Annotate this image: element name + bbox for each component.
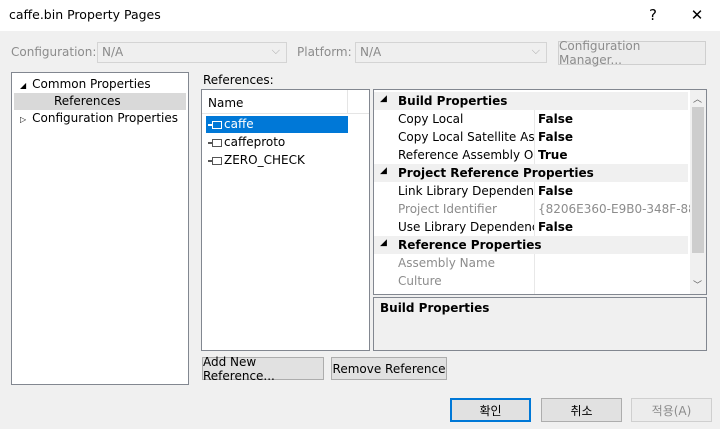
- property-grid: ◢ Build Properties Copy Local False Copy…: [373, 89, 707, 295]
- remove-reference-button[interactable]: Remove Reference: [331, 357, 447, 380]
- property-name: Use Library Dependency Inputs: [398, 220, 534, 234]
- expanded-arrow-icon[interactable]: ◢: [380, 94, 387, 104]
- tree-item-common-properties[interactable]: ◢ Common Properties: [20, 77, 151, 91]
- property-name: Project Identifier: [398, 202, 497, 216]
- reference-item-caffeproto[interactable]: caffeproto: [206, 134, 348, 151]
- category-build-properties[interactable]: ◢ Build Properties: [374, 92, 688, 110]
- category-label: Project Reference Properties: [398, 166, 594, 180]
- property-row-copy-local-satellite[interactable]: Copy Local Satellite Assemblies False: [374, 128, 688, 146]
- property-tree: ◢ Common Properties References ▷ Configura…: [11, 72, 189, 385]
- configuration-value: N/A: [102, 45, 124, 59]
- category-label: Build Properties: [398, 94, 508, 108]
- property-name: Reference Assembly Output: [398, 148, 534, 162]
- description-title: Build Properties: [380, 301, 490, 315]
- tree-item-label: Common Properties: [32, 77, 151, 91]
- property-grid-scrollbar[interactable]: ︿ ﹀: [690, 90, 706, 294]
- chevron-down-icon: ⌵: [531, 44, 540, 57]
- property-row-use-library-dependency-inputs[interactable]: Use Library Dependency Inputs False: [374, 218, 688, 236]
- property-grid-rows: ◢ Build Properties Copy Local False Copy…: [374, 91, 690, 294]
- property-description-panel: Build Properties: [373, 297, 707, 351]
- property-name: Assembly Name: [398, 256, 496, 270]
- column-header-row: Name: [202, 90, 369, 114]
- property-value[interactable]: False: [538, 112, 690, 126]
- property-name: Copy Local: [398, 112, 464, 126]
- references-section-label: References:: [203, 73, 274, 87]
- expanded-arrow-icon[interactable]: ◢: [380, 238, 387, 248]
- close-button[interactable]: ✕: [680, 3, 714, 27]
- property-name: Copy Local Satellite Assemblies: [398, 130, 534, 144]
- property-value[interactable]: False: [538, 220, 690, 234]
- cancel-button[interactable]: 취소: [541, 398, 622, 422]
- expanded-arrow-icon[interactable]: ◢: [380, 166, 387, 176]
- help-button[interactable]: ?: [636, 3, 670, 27]
- collapsed-arrow-icon[interactable]: ▷: [20, 115, 26, 124]
- add-new-reference-button[interactable]: Add New Reference...: [202, 355, 324, 383]
- tree-item-label: References: [54, 94, 121, 108]
- expanded-arrow-icon[interactable]: ◢: [20, 81, 26, 90]
- property-value: {8206E360-E9B0-348F-88C7-: [538, 202, 690, 216]
- tree-item-references[interactable]: References: [14, 93, 186, 110]
- reference-item-caffe[interactable]: caffe: [206, 116, 348, 133]
- reference-icon: [208, 118, 224, 132]
- column-divider: [347, 90, 348, 114]
- references-list: Name caffe caffeproto ZERO_CHECK: [201, 89, 370, 351]
- apply-button[interactable]: 적용(A): [631, 398, 712, 422]
- property-value[interactable]: False: [538, 130, 690, 144]
- category-reference-properties[interactable]: ◢ Reference Properties: [374, 236, 688, 254]
- property-row-reference-assembly-output[interactable]: Reference Assembly Output True: [374, 146, 688, 164]
- property-row-assembly-name[interactable]: Assembly Name: [374, 254, 688, 272]
- ok-button[interactable]: 확인: [450, 398, 531, 422]
- property-name: Culture: [398, 274, 442, 288]
- platform-combo[interactable]: N/A ⌵: [355, 42, 547, 63]
- property-value[interactable]: True: [538, 148, 690, 162]
- property-row-link-library-dependencies[interactable]: Link Library Dependencies False: [374, 182, 688, 200]
- scroll-down-arrow-icon[interactable]: ﹀: [693, 278, 702, 291]
- chevron-down-icon: ⌵: [271, 44, 280, 57]
- reference-item-label: caffe: [224, 117, 254, 131]
- reference-icon: [208, 136, 224, 150]
- configuration-manager-button[interactable]: Configuration Manager...: [558, 39, 706, 67]
- tree-item-configuration-properties[interactable]: ▷ Configuration Properties: [20, 111, 178, 125]
- scroll-up-arrow-icon[interactable]: ︿: [693, 92, 702, 105]
- name-column-header[interactable]: Name: [208, 96, 243, 110]
- configuration-combo[interactable]: N/A ⌵: [97, 42, 287, 63]
- configuration-label: Configuration:: [11, 45, 97, 59]
- property-row-culture[interactable]: Culture: [374, 272, 688, 290]
- property-name: Link Library Dependencies: [398, 184, 534, 198]
- tree-item-label: Configuration Properties: [32, 111, 178, 125]
- window-title: caffe.bin Property Pages: [9, 7, 161, 22]
- property-value[interactable]: False: [538, 184, 690, 198]
- platform-label: Platform:: [297, 45, 352, 59]
- reference-icon: [208, 154, 224, 168]
- property-row-copy-local[interactable]: Copy Local False: [374, 110, 688, 128]
- category-project-reference-properties[interactable]: ◢ Project Reference Properties: [374, 164, 688, 182]
- scrollbar-thumb[interactable]: [692, 107, 704, 253]
- reference-item-label: caffeproto: [224, 135, 286, 149]
- platform-value: N/A: [360, 45, 382, 59]
- reference-item-zero-check[interactable]: ZERO_CHECK: [206, 152, 348, 169]
- reference-item-label: ZERO_CHECK: [224, 153, 305, 167]
- category-label: Reference Properties: [398, 238, 542, 252]
- property-row-project-identifier[interactable]: Project Identifier {8206E360-E9B0-348F-8…: [374, 200, 690, 218]
